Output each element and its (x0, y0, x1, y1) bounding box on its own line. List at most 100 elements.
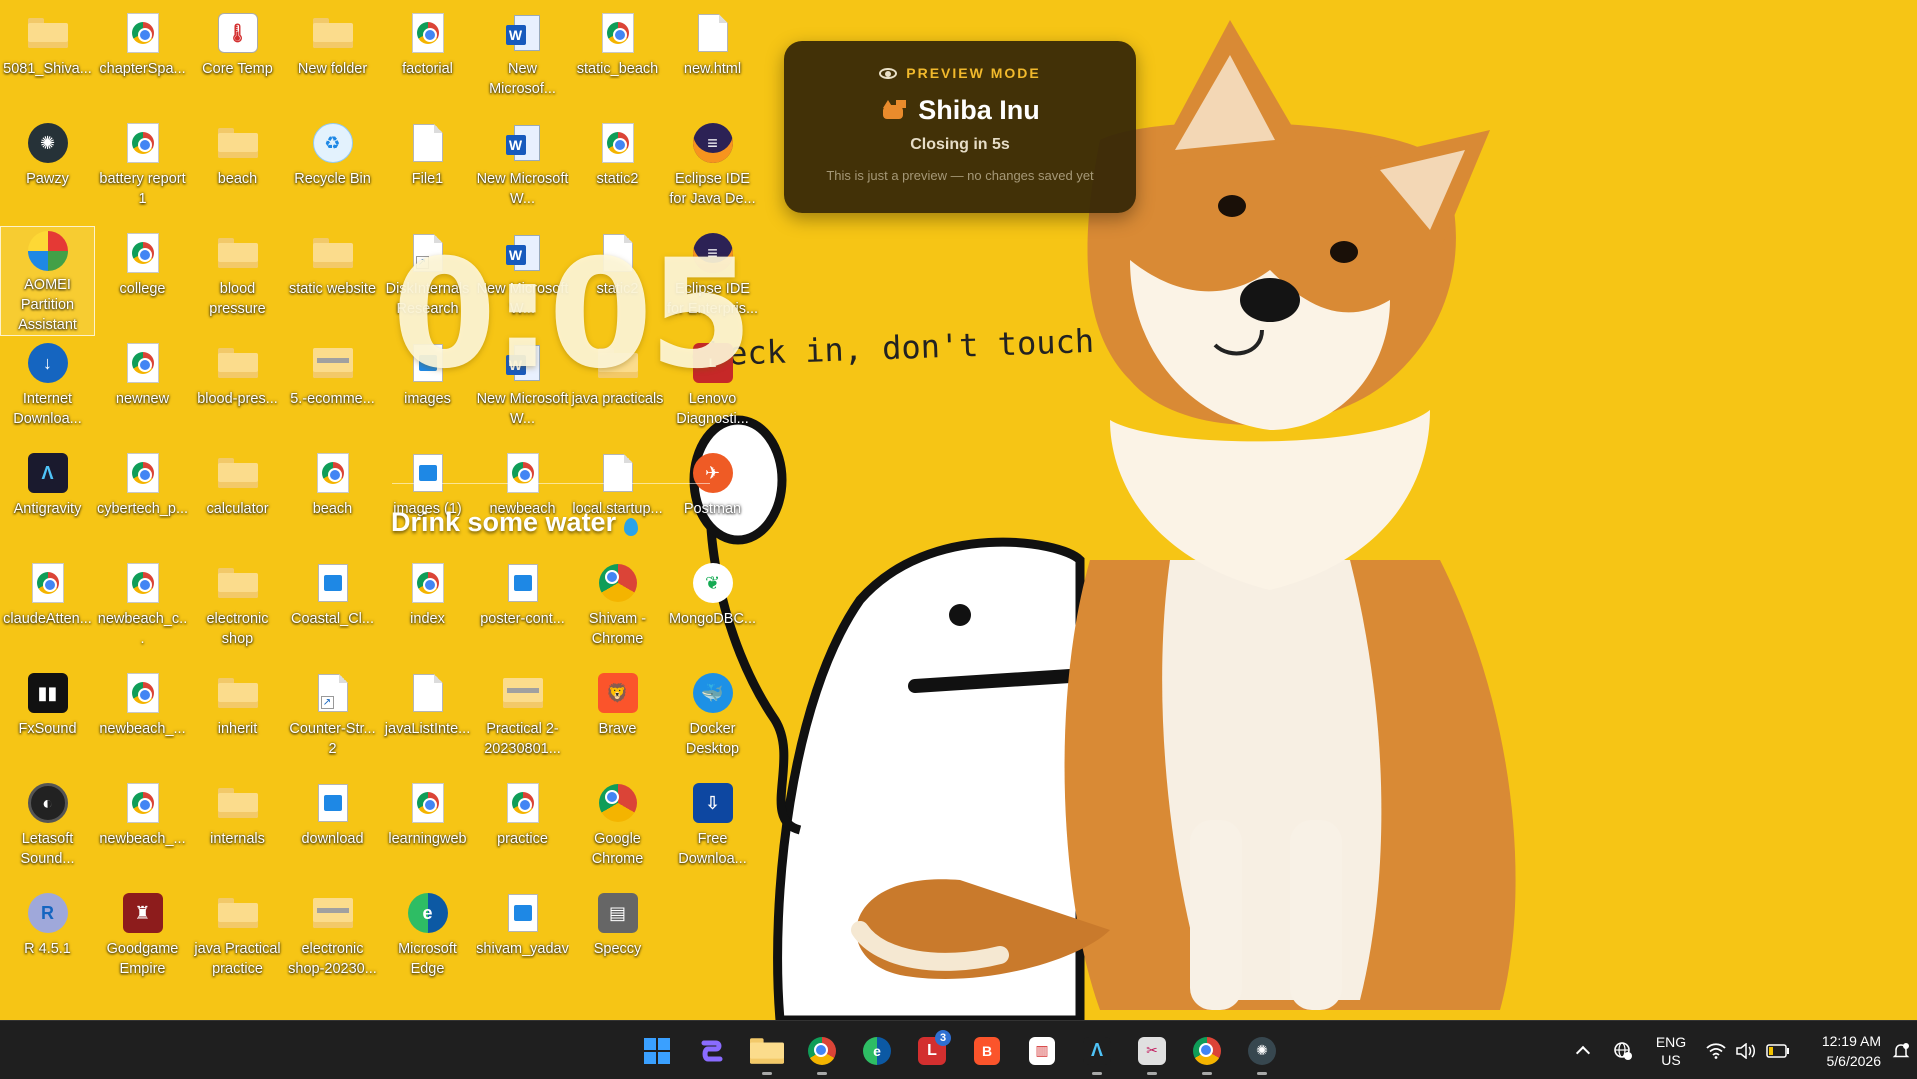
desktop-icon-glyph (311, 11, 355, 55)
desktop-icon[interactable]: static2 (570, 116, 665, 226)
desktop-icon[interactable]: L Lenovo Diagnosti... (665, 336, 760, 446)
desktop-icon[interactable]: File1 (380, 116, 475, 226)
desktop-icon[interactable]: beach (285, 446, 380, 556)
desktop-icon[interactable]: practice (475, 776, 570, 886)
desktop-icon[interactable]: 🌡 Core Temp (190, 6, 285, 116)
desktop-icon[interactable]: newbeach_... (95, 666, 190, 776)
desktop-icon[interactable]: static website (285, 226, 380, 336)
taskbar-chrome[interactable] (1183, 1027, 1231, 1075)
desktop-icon[interactable]: images (380, 336, 475, 446)
desktop-icon[interactable]: javaListInte... (380, 666, 475, 776)
desktop-icon[interactable]: Practical 2-20230801... (475, 666, 570, 776)
desktop-icon[interactable]: newbeach_... (95, 776, 190, 886)
desktop-icon-glyph (501, 561, 545, 605)
desktop-icon[interactable]: blood pressure (190, 226, 285, 336)
folder-icon (217, 678, 258, 708)
desktop-icon[interactable]: electronic shop-20230... (285, 886, 380, 996)
vpn-tray-button[interactable] (1603, 1021, 1643, 1079)
desktop-icon[interactable]: internals (190, 776, 285, 886)
show-hidden-icons-button[interactable] (1563, 1021, 1603, 1079)
desktop-icon[interactable]: java Practical practice (190, 886, 285, 996)
desktop-icon[interactable]: ≡ Eclipse IDE for Java De... (665, 116, 760, 226)
desktop-icon[interactable]: cybertech_p... (95, 446, 190, 556)
desktop-icon[interactable]: W New Microsoft W... (475, 116, 570, 226)
taskbar-brave[interactable]: B (963, 1027, 1011, 1075)
language-indicator[interactable]: ENG US (1643, 1021, 1699, 1079)
desktop-icon[interactable]: W New Microsoft W... (475, 336, 570, 446)
desktop-icon-label: Brave (598, 721, 637, 737)
desktop-icon[interactable]: 🦁 Brave (570, 666, 665, 776)
desktop-icon[interactable]: images (1) (380, 446, 475, 556)
taskbar-lenovo-vantage[interactable]: L3 (908, 1027, 956, 1075)
desktop-icon[interactable]: chapterSpa... (95, 6, 190, 116)
desktop-icon[interactable]: inherit (190, 666, 285, 776)
desktop-icon[interactable]: ⇩ Free Downloa... (665, 776, 760, 886)
preview-mode-row: PREVIEW MODE (879, 65, 1040, 81)
core-temp-icon: ▥ (1029, 1036, 1055, 1065)
desktop-icon[interactable]: electronic shop (190, 556, 285, 666)
desktop-icon[interactable]: shivam_yadav (475, 886, 570, 996)
desktop-icon[interactable]: Coastal_Cl... (285, 556, 380, 666)
desktop-icon[interactable]: beach (190, 116, 285, 226)
desktop-icon[interactable]: ▤ Speccy (570, 886, 665, 996)
desktop-icon[interactable]: static2 (570, 226, 665, 336)
desktop-icon[interactable]: AOMEI Partition Assistant 10.10.1 (0, 226, 95, 336)
desktop-icon-glyph: ✺ (26, 121, 70, 165)
desktop-icon[interactable]: ♻ Recycle Bin (285, 116, 380, 226)
desktop-icon[interactable]: 5081_Shiva... (0, 6, 95, 116)
desktop-icon[interactable]: ◐ Letasoft Sound... (0, 776, 95, 886)
desktop-icon[interactable]: Google Chrome (570, 776, 665, 886)
quick-settings-button[interactable] (1699, 1021, 1797, 1079)
taskbar-pawzy[interactable]: ✺ (1238, 1027, 1286, 1075)
desktop-icon[interactable]: newbeach (475, 446, 570, 556)
taskbar-start-button[interactable] (633, 1027, 681, 1075)
desktop-icon[interactable]: blood-pres... (190, 336, 285, 446)
desktop-icon[interactable]: 5.-ecomme... (285, 336, 380, 446)
desktop-icon[interactable]: download (285, 776, 380, 886)
desktop-icon[interactable]: newnew (95, 336, 190, 446)
taskbar-core-temp[interactable]: ▥ (1018, 1027, 1066, 1075)
desktop-icon[interactable]: e Microsoft Edge (380, 886, 475, 996)
desktop-icon[interactable]: ✈ Postman (665, 446, 760, 556)
desktop-icon[interactable]: ↗ Counter-Str... 2 (285, 666, 380, 776)
desktop-icon[interactable]: static_beach (570, 6, 665, 116)
desktop-icon[interactable]: ❦ MongoDBC... (665, 556, 760, 666)
desktop-icon[interactable]: ≡ Eclipse IDE for Enterpris... (665, 226, 760, 336)
desktop-icon[interactable]: poster-cont... (475, 556, 570, 666)
desktop-icon[interactable]: battery report 1 (95, 116, 190, 226)
taskbar-clock[interactable]: 12:19 AM 5/6/2026 (1797, 1021, 1885, 1079)
chrome-html-file-icon (411, 13, 444, 53)
desktop-icon[interactable]: Shivam - Chrome (570, 556, 665, 666)
desktop-icon[interactable]: New folder (285, 6, 380, 116)
desktop-icon[interactable]: learningweb (380, 776, 475, 886)
desktop-icon[interactable]: java practicals (570, 336, 665, 446)
notifications-button[interactable] (1885, 1021, 1917, 1079)
taskbar-chrome-profile[interactable] (798, 1027, 846, 1075)
desktop-icon[interactable]: ♜ Goodgame Empire (95, 886, 190, 996)
desktop-icon[interactable]: new.html (665, 6, 760, 116)
desktop-icon[interactable]: calculator (190, 446, 285, 556)
zip-folder-icon (502, 678, 543, 708)
desktop-icon[interactable]: ✺ Pawzy (0, 116, 95, 226)
desktop-icon[interactable]: ↗ DiskInternals Research (380, 226, 475, 336)
desktop-icon[interactable]: W New Microsoft W... (475, 226, 570, 336)
desktop-icon[interactable]: newbeach_c... (95, 556, 190, 666)
desktop-icon[interactable]: 🐳 Docker Desktop (665, 666, 760, 776)
desktop-icon[interactable]: factorial (380, 6, 475, 116)
taskbar-file-explorer[interactable] (743, 1027, 791, 1075)
desktop-icon[interactable]: ↓ Internet Downloa... (0, 336, 95, 446)
desktop-icon[interactable]: Λ Antigravity (0, 446, 95, 556)
desktop-icon[interactable]: claudeAtten... (0, 556, 95, 666)
desktop-icon[interactable]: index (380, 556, 475, 666)
chrome-html-file-icon (601, 123, 634, 163)
desktop-icon[interactable]: W New Microsof... (475, 6, 570, 116)
chrome-html-file-icon (126, 123, 159, 163)
desktop-icon[interactable]: R R 4.5.1 (0, 886, 95, 996)
taskbar-edge[interactable]: e (853, 1027, 901, 1075)
taskbar-copilot[interactable] (688, 1027, 736, 1075)
taskbar-antigravity[interactable]: Λ (1073, 1027, 1121, 1075)
taskbar-snipping-tool[interactable]: ✂ (1128, 1027, 1176, 1075)
desktop-icon[interactable]: ▮▮ FxSound (0, 666, 95, 776)
desktop-icon[interactable]: college (95, 226, 190, 336)
desktop-icon[interactable]: local.startup... (570, 446, 665, 556)
